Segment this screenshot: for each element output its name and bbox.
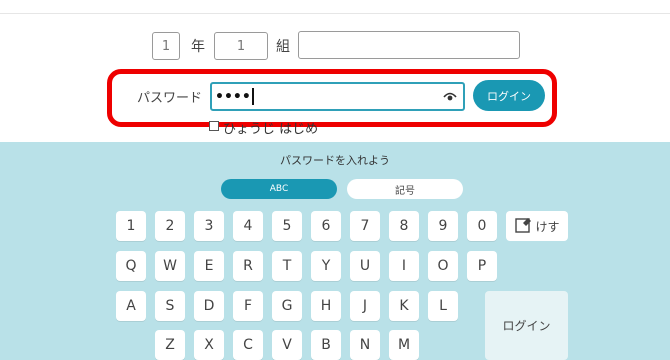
key[interactable]: F <box>233 291 263 321</box>
login-screen: 1 年 1 組 パスワード •••• ログイン ひょうじ はじめ パスワードを入… <box>0 0 670 360</box>
password-masked-value: •••• <box>215 88 251 105</box>
password-label: パスワード <box>137 91 203 106</box>
checkbox-1[interactable] <box>209 121 219 131</box>
keyboard-login-key[interactable]: ログイン <box>485 291 568 360</box>
key[interactable]: 0 <box>467 211 497 241</box>
key[interactable]: U <box>350 251 380 281</box>
text-caret <box>251 88 254 105</box>
key[interactable]: 4 <box>233 211 263 241</box>
key[interactable]: P <box>467 251 497 281</box>
password-input[interactable]: •••• <box>210 82 465 111</box>
options-row: ひょうじ はじめ <box>209 118 318 140</box>
key[interactable]: B <box>311 330 341 360</box>
erase-key-label: けす <box>535 219 560 234</box>
class-unit-label: 組 <box>276 39 290 55</box>
tab-abc[interactable]: ABC <box>221 179 337 199</box>
key[interactable]: M <box>389 330 419 360</box>
key[interactable]: K <box>389 291 419 321</box>
key[interactable]: 3 <box>194 211 224 241</box>
key[interactable]: N <box>350 330 380 360</box>
key[interactable]: W <box>155 251 185 281</box>
key[interactable]: C <box>233 330 263 360</box>
key[interactable]: 6 <box>311 211 341 241</box>
key[interactable]: I <box>389 251 419 281</box>
name-input[interactable] <box>298 31 520 59</box>
key[interactable]: A <box>116 291 146 321</box>
key[interactable]: X <box>194 330 224 360</box>
key[interactable]: G <box>272 291 302 321</box>
key[interactable]: 5 <box>272 211 302 241</box>
key[interactable]: O <box>428 251 458 281</box>
top-divider <box>0 13 670 14</box>
key[interactable]: V <box>272 330 302 360</box>
grade-input[interactable]: 1 <box>152 32 180 60</box>
key[interactable]: J <box>350 291 380 321</box>
key[interactable]: R <box>233 251 263 281</box>
key[interactable]: S <box>155 291 185 321</box>
grade-unit-label: 年 <box>191 39 205 55</box>
key[interactable]: E <box>194 251 224 281</box>
options-text: ひょうじ はじめ <box>223 122 319 137</box>
tab-symbols[interactable]: 記号 <box>347 179 463 199</box>
key[interactable]: L <box>428 291 458 321</box>
key[interactable]: D <box>194 291 224 321</box>
eye-icon[interactable] <box>443 91 457 103</box>
key[interactable]: Y <box>311 251 341 281</box>
class-input[interactable]: 1 <box>214 32 268 60</box>
key[interactable]: 9 <box>428 211 458 241</box>
erase-icon <box>515 218 532 233</box>
key[interactable]: 2 <box>155 211 185 241</box>
key[interactable]: 7 <box>350 211 380 241</box>
key[interactable]: 1 <box>116 211 146 241</box>
keyboard-prompt: パスワードを入れよう <box>280 154 390 167</box>
erase-key[interactable]: けす <box>506 211 568 241</box>
login-button[interactable]: ログイン <box>473 80 545 111</box>
key[interactable]: Z <box>155 330 185 360</box>
key[interactable]: Q <box>116 251 146 281</box>
key[interactable]: H <box>311 291 341 321</box>
key[interactable]: T <box>272 251 302 281</box>
key[interactable]: 8 <box>389 211 419 241</box>
